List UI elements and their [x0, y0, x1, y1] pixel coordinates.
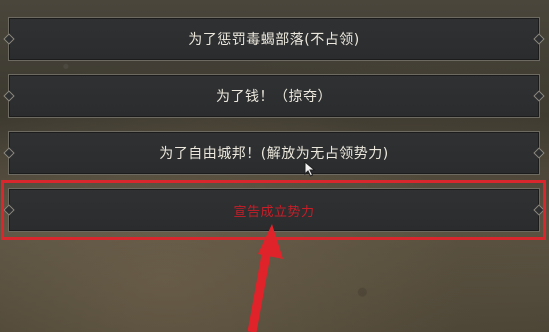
choice-punish-scorpion-tribe[interactable]: 为了惩罚毒蝎部落(不占领)	[3, 17, 545, 61]
choice-for-money-plunder[interactable]: 为了钱！（掠夺）	[3, 74, 545, 118]
choice-label: 为了钱！（掠夺）	[216, 89, 332, 105]
diamond-ornament-icon	[533, 33, 545, 45]
choice-label: 为了惩罚毒蝎部落(不占领)	[188, 32, 360, 48]
diamond-ornament-icon	[3, 90, 15, 102]
mouse-pointer-icon	[304, 161, 316, 177]
choice-for-free-city[interactable]: 为了自由城邦！(解放为无占领势力)	[3, 131, 545, 175]
diamond-ornament-icon	[533, 204, 545, 216]
choice-declare-faction[interactable]: 宣告成立势力	[3, 188, 545, 232]
choice-label: 为了自由城邦！(解放为无占领势力)	[159, 146, 389, 162]
diamond-ornament-icon	[533, 147, 545, 159]
diamond-ornament-icon	[533, 90, 545, 102]
choice-label: 宣告成立势力	[233, 204, 315, 220]
diamond-ornament-icon	[3, 147, 15, 159]
diamond-ornament-icon	[3, 33, 15, 45]
diamond-ornament-icon	[3, 204, 15, 216]
